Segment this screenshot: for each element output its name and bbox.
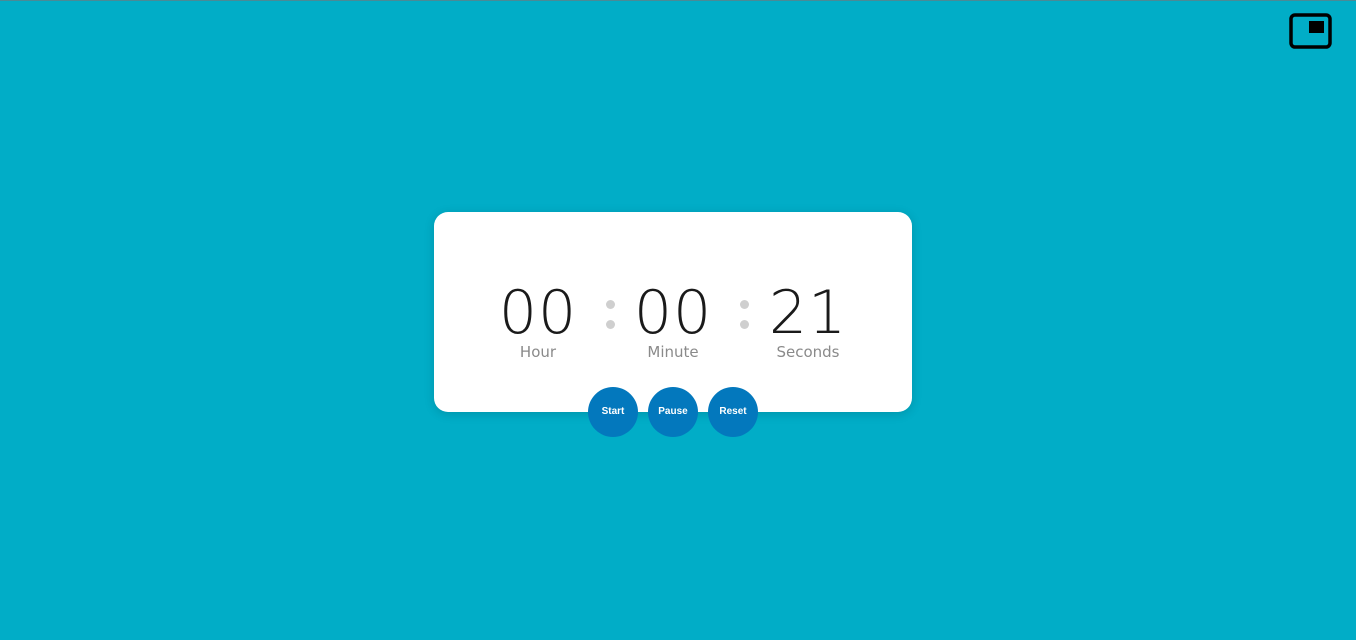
separator-dot bbox=[740, 300, 749, 309]
timer-card: 00 Hour 00 Minute 21 Seconds bbox=[434, 212, 912, 412]
pause-button[interactable]: Pause bbox=[648, 387, 698, 437]
hour-value: 00 bbox=[498, 278, 578, 348]
hour-unit: 00 Hour bbox=[488, 278, 588, 361]
minute-value: 00 bbox=[633, 278, 713, 348]
separator-dot bbox=[606, 320, 615, 329]
seconds-unit: 21 Seconds bbox=[758, 278, 858, 361]
seconds-value: 21 bbox=[768, 278, 848, 348]
top-border bbox=[0, 0, 1356, 1]
minute-unit: 00 Minute bbox=[623, 278, 723, 361]
picture-in-picture-icon bbox=[1289, 13, 1332, 49]
separator-dot bbox=[606, 300, 615, 309]
picture-in-picture-button[interactable] bbox=[1289, 13, 1332, 49]
time-separator bbox=[740, 300, 749, 330]
time-separator bbox=[606, 300, 615, 330]
reset-button[interactable]: Reset bbox=[708, 387, 758, 437]
separator-dot bbox=[740, 320, 749, 329]
start-button[interactable]: Start bbox=[588, 387, 638, 437]
